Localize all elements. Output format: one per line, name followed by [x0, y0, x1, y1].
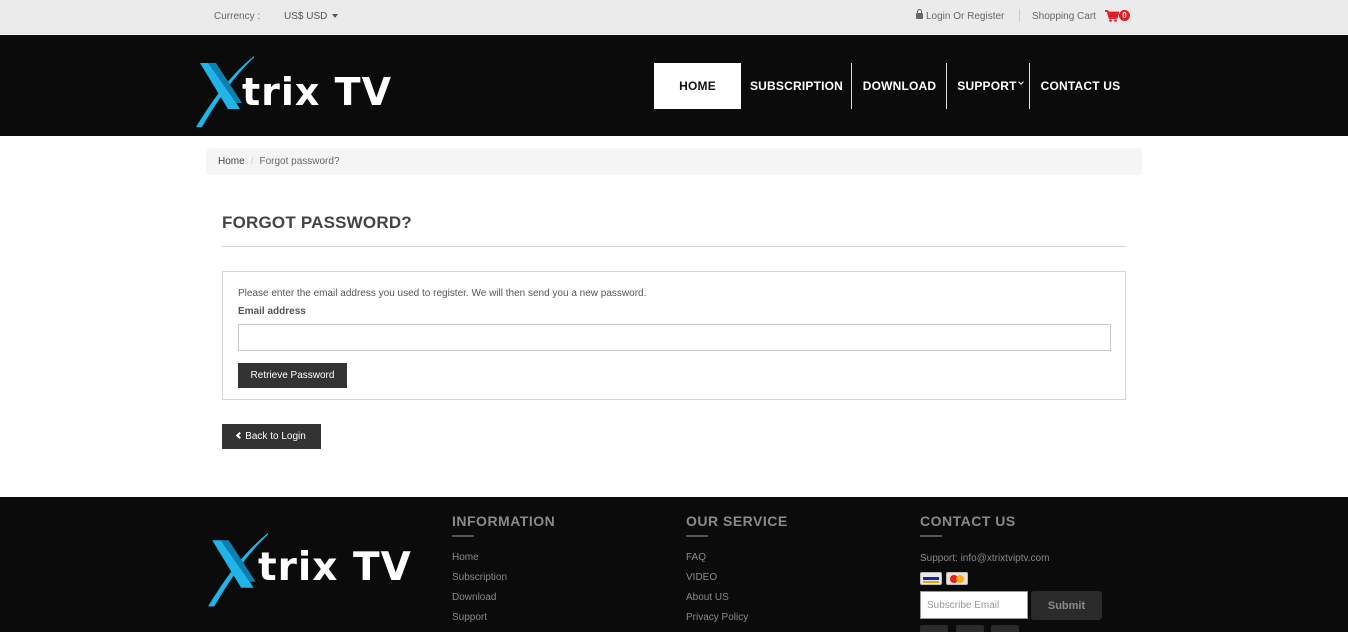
- mastercard-icon: [946, 572, 968, 585]
- contact-heading: CONTACT US: [920, 513, 1016, 529]
- nav-divider: [1029, 63, 1030, 109]
- nav-home[interactable]: HOME: [654, 63, 741, 109]
- subscribe-email-input[interactable]: [920, 591, 1028, 619]
- footer-link-about-us[interactable]: About US: [686, 593, 788, 613]
- footer-link-subscription[interactable]: Subscription: [452, 573, 555, 593]
- email-label: Email address: [238, 306, 306, 317]
- forgot-password-form: Please enter the email address you used …: [222, 271, 1126, 400]
- breadcrumb-separator: /: [250, 156, 254, 167]
- lock-icon: [916, 9, 923, 19]
- footer-logo[interactable]: trix TV: [206, 519, 446, 609]
- heading-underline: [686, 535, 708, 537]
- back-to-login-label: Back to Login: [245, 431, 306, 442]
- chevron-down-icon: [1017, 79, 1024, 85]
- caret-down-icon: [332, 14, 339, 18]
- site-header: trix TV HOME SUBSCRIPTION DOWNLOAD SUPPO…: [0, 35, 1348, 136]
- nav-support-label: SUPPORT: [957, 79, 1017, 93]
- footer-information: INFORMATION Home Subscription Download S…: [452, 513, 555, 632]
- currency-selector[interactable]: US$ USD: [284, 11, 339, 22]
- breadcrumb-current: Forgot password?: [259, 156, 340, 167]
- footer-contact-us: CONTACT US Support: info@xtrixtviptv.com: [920, 513, 1049, 564]
- cart-count-badge: 0: [1119, 10, 1130, 21]
- nav-contact-us[interactable]: CONTACT US: [1036, 63, 1125, 109]
- currency-value: US$ USD: [284, 11, 328, 22]
- retrieve-password-button[interactable]: Retrieve Password: [238, 363, 347, 388]
- footer-link-faq[interactable]: FAQ: [686, 553, 788, 573]
- nav-subscription[interactable]: SUBSCRIPTION: [746, 63, 847, 109]
- information-heading: INFORMATION: [452, 513, 556, 529]
- chevron-left-icon: [236, 431, 244, 440]
- social-icon[interactable]: [920, 625, 948, 632]
- title-divider: [222, 246, 1126, 247]
- footer-our-service: OUR SERVICE FAQ VIDEO About US Privacy P…: [686, 513, 788, 632]
- breadcrumb: Home / Forgot password?: [206, 148, 1142, 175]
- visa-card-icon: [920, 572, 942, 585]
- service-heading: OUR SERVICE: [686, 513, 788, 529]
- site-footer: trix TV INFORMATION Home Subscription Do…: [0, 497, 1348, 632]
- footer-link-privacy-policy[interactable]: Privacy Policy: [686, 613, 788, 632]
- footer-link-video[interactable]: VIDEO: [686, 573, 788, 593]
- login-register-label: Login Or Register: [926, 11, 1005, 22]
- nav-divider: [946, 63, 947, 109]
- nav-divider: [851, 63, 852, 109]
- subscribe-submit-button[interactable]: Submit: [1031, 591, 1102, 620]
- support-email[interactable]: Support: info@xtrixtviptv.com: [920, 553, 1049, 564]
- cart-icon[interactable]: [1105, 10, 1119, 22]
- footer-link-home[interactable]: Home: [452, 553, 555, 573]
- social-icon[interactable]: [991, 625, 1019, 632]
- footer-link-support[interactable]: Support: [452, 613, 555, 632]
- currency-label: Currency :: [214, 11, 261, 22]
- heading-underline: [452, 535, 474, 537]
- instructions-text: Please enter the email address you used …: [238, 288, 647, 299]
- logo-text: trix TV: [242, 70, 393, 114]
- shopping-cart-link[interactable]: Shopping Cart: [1032, 11, 1096, 22]
- site-logo[interactable]: trix TV: [194, 43, 424, 129]
- heading-underline: [920, 535, 942, 537]
- topbar-divider: [1019, 9, 1020, 22]
- login-register-link[interactable]: Login Or Register: [916, 9, 1005, 22]
- breadcrumb-home[interactable]: Home: [218, 156, 245, 167]
- email-field[interactable]: [238, 324, 1111, 351]
- top-bar: Currency : US$ USD Login Or Register Sho…: [0, 0, 1348, 34]
- nav-download[interactable]: DOWNLOAD: [857, 63, 942, 109]
- footer-logo-text: trix TV: [258, 545, 412, 590]
- page-title: FORGOT PASSWORD?: [222, 213, 412, 232]
- footer-link-download[interactable]: Download: [452, 593, 555, 613]
- back-to-login-button[interactable]: Back to Login: [222, 424, 321, 449]
- nav-support[interactable]: SUPPORT: [952, 63, 1026, 109]
- social-icon[interactable]: [956, 625, 984, 632]
